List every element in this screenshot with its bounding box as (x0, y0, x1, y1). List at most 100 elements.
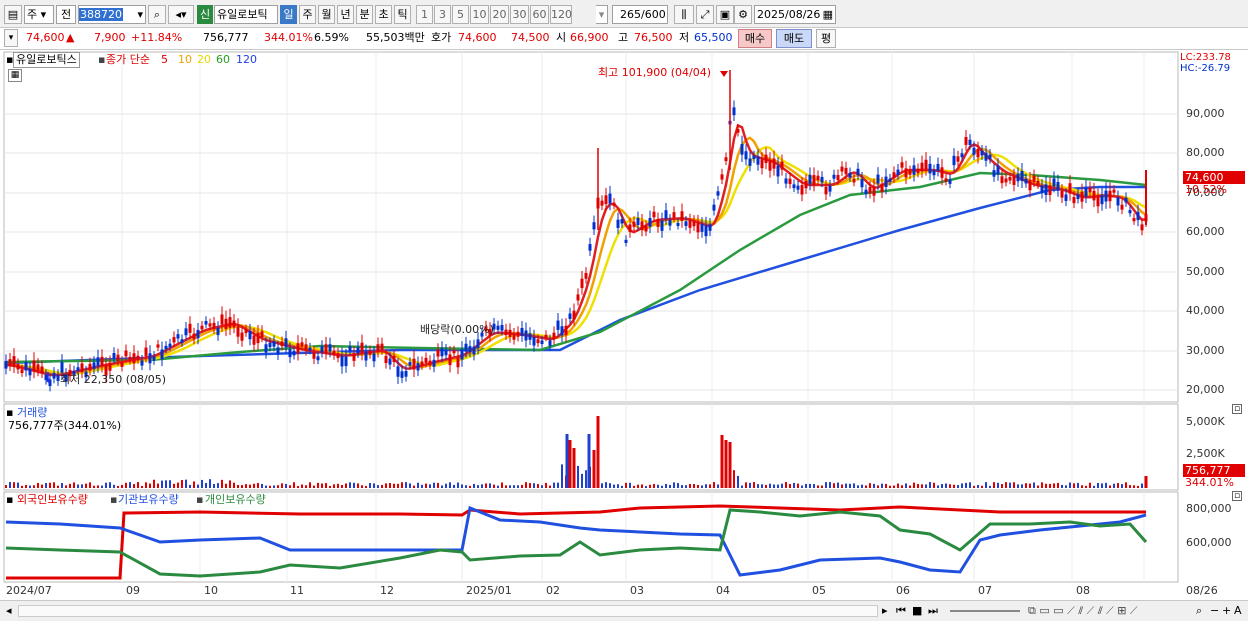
volume-bar (705, 484, 707, 488)
candle-body (388, 358, 392, 365)
stock-code-input[interactable]: 388720 ▾ (78, 5, 146, 24)
candle-body (980, 150, 984, 156)
volume-bar (724, 440, 728, 488)
holdings-close-icon[interactable]: ▫ (1232, 491, 1242, 501)
candle-body (160, 349, 164, 360)
volume-bar (901, 485, 903, 488)
interval-5[interactable]: 30 (510, 5, 529, 24)
low-label: 저 (679, 31, 690, 44)
holdings-ytick: 600,000 (1186, 536, 1232, 549)
table-icon[interactable]: ▦ (8, 69, 22, 82)
candle-body (1024, 178, 1028, 184)
scroll-left-icon[interactable]: ◂ (6, 603, 12, 619)
font-size-icon[interactable]: A (1234, 603, 1242, 619)
period-type-select[interactable]: 주 ▾ (24, 5, 54, 24)
candle-body (996, 165, 1000, 175)
legend-individual: 개인보유수량 (205, 493, 266, 506)
candle-body (880, 183, 884, 193)
scroll-right-icon[interactable]: ▸ (882, 603, 888, 619)
sell-button[interactable]: 매도 (776, 29, 812, 48)
save-icon[interactable]: ▣ (716, 5, 734, 24)
tab-4[interactable]: 분 (356, 5, 373, 24)
interval-dropdown[interactable]: ▾ (596, 5, 608, 24)
volume-bar (417, 482, 419, 488)
layout-icon[interactable]: ▤ (4, 5, 22, 24)
search-icon[interactable]: ⌕ (148, 5, 166, 24)
count-field[interactable]: 265/600 (612, 5, 668, 24)
volume-bar (461, 484, 463, 488)
volume-bar (572, 448, 576, 488)
chart-area (3, 51, 1179, 583)
candle-body (984, 152, 988, 161)
tab-1[interactable]: 주 (299, 5, 316, 24)
interval-2[interactable]: 5 (452, 5, 469, 24)
volume-bar (565, 434, 569, 488)
period-type-value: 주 (27, 8, 38, 21)
candle-body (756, 156, 760, 165)
buy-button[interactable]: 매수 (738, 29, 772, 48)
tab-3[interactable]: 년 (337, 5, 354, 24)
date-field[interactable]: 2025/08/26 ▦ (754, 5, 836, 24)
volume-bar (1017, 484, 1019, 488)
candle-body (280, 341, 284, 347)
volume-bar (765, 484, 767, 488)
candle-body (220, 314, 224, 325)
calendar-icon[interactable]: ▦ (823, 6, 833, 23)
zoom-out-icon[interactable]: − (1210, 603, 1219, 619)
price-ytick: 20,000 (1186, 383, 1225, 396)
first-page-icon[interactable]: ⏮ (896, 603, 906, 619)
candle-body (108, 362, 112, 371)
candle-body (360, 342, 364, 354)
stop-icon[interactable]: ■ (912, 603, 922, 619)
eval-button[interactable]: 평 (816, 29, 836, 48)
high-price: 76,500 (634, 31, 673, 44)
candle-body (292, 350, 296, 356)
volume-bar (53, 482, 55, 488)
volume-bar (757, 484, 759, 488)
candle-body (500, 324, 504, 331)
interval-1[interactable]: 3 (434, 5, 451, 24)
legend-stock-name[interactable]: 유일로보틱스 (13, 52, 80, 68)
stock-name-field[interactable]: 유일로보틱 (214, 5, 278, 24)
last-page-icon[interactable]: ⏭ (928, 603, 938, 619)
holdings-menu-icon[interactable]: ▪ (6, 492, 13, 508)
scrollbar-track[interactable] (18, 605, 878, 617)
gear-icon[interactable]: ⚙ (734, 5, 752, 24)
search-icon[interactable]: ⌕ (1196, 603, 1202, 619)
interval-0[interactable]: 1 (416, 5, 433, 24)
tab-2[interactable]: 월 (318, 5, 335, 24)
candle-body (384, 355, 388, 364)
expand-icon[interactable]: ▾ (4, 29, 18, 47)
speaker-icon[interactable]: ◂▾ (168, 5, 194, 24)
tab-5[interactable]: 초 (375, 5, 392, 24)
candle-body (988, 154, 992, 160)
zoom-in-icon[interactable]: + (1222, 603, 1231, 619)
volume-bar (961, 483, 963, 488)
candle-body (1012, 176, 1016, 185)
candle-body (1036, 180, 1040, 185)
vol-close-icon[interactable]: ▫ (1232, 404, 1242, 414)
interval-4[interactable]: 20 (490, 5, 509, 24)
candle-body (420, 361, 424, 366)
tools-icons[interactable]: ⧉ ▭ ▭ ⟋ ⫽ ⟋ ⫽ ⟋ ⊞ ⟋ (1028, 603, 1138, 619)
hc-label: HC:-26.79 (1180, 63, 1231, 74)
x-tick: 05 (812, 584, 826, 597)
volume-bar (937, 485, 939, 488)
range-type-select[interactable]: 전 (56, 5, 76, 24)
volume-bar (385, 483, 387, 488)
volume-bar (869, 483, 871, 488)
volume-bar (1089, 482, 1091, 488)
candle-body (1096, 196, 1100, 207)
candle-body (644, 225, 648, 232)
tab-6[interactable]: 틱 (394, 5, 411, 24)
interval-3[interactable]: 10 (470, 5, 489, 24)
interval-6[interactable]: 60 (530, 5, 549, 24)
volume-bar (1085, 485, 1087, 488)
candle-body (1100, 195, 1104, 205)
tab-0[interactable]: 일 (280, 5, 297, 24)
draw-icon[interactable]: ⤢ (696, 5, 714, 24)
interval-7[interactable]: 120 (550, 5, 572, 24)
candle-icon[interactable]: ⫼ (674, 5, 694, 24)
zoom-slider[interactable] (950, 610, 1020, 612)
candle-body (672, 212, 676, 218)
